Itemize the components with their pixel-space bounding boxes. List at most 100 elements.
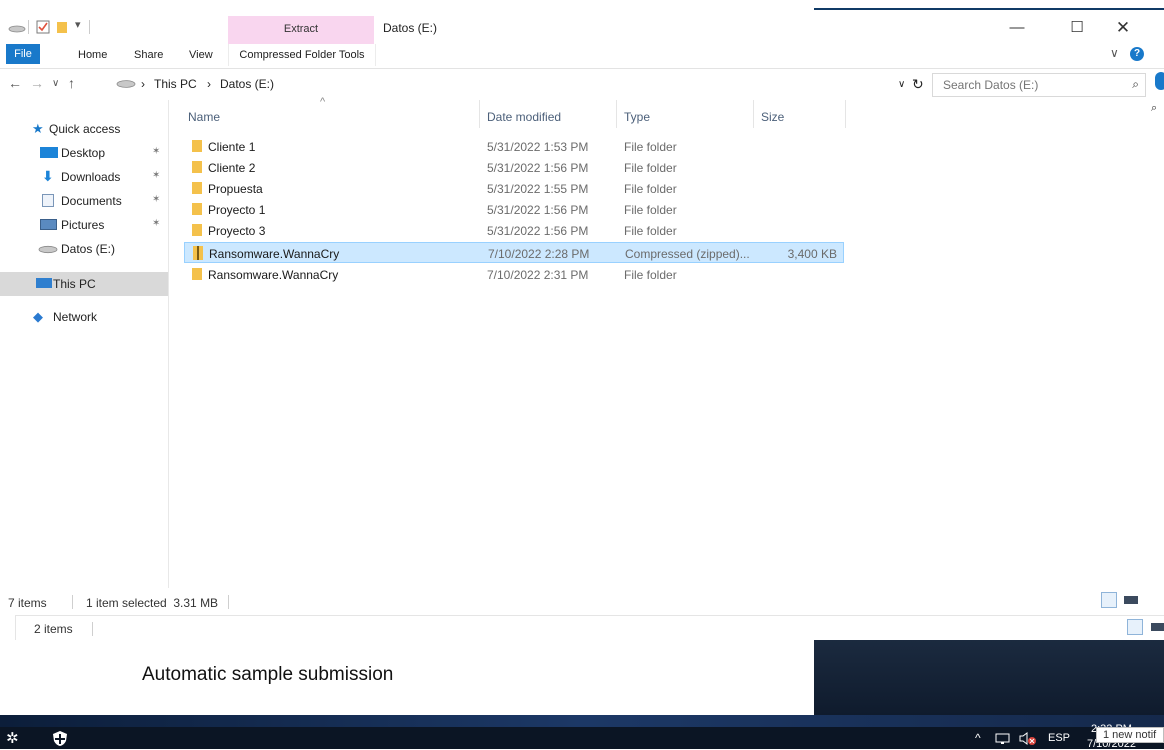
column-header-size[interactable]: Size bbox=[761, 110, 784, 124]
nav-item-datos[interactable]: Datos (E:) bbox=[0, 238, 168, 260]
pin-icon[interactable]: ✶ bbox=[152, 218, 160, 229]
nav-item-pictures[interactable]: Pictures ✶ bbox=[0, 214, 168, 236]
nav-item-network[interactable]: ◆ Network bbox=[0, 306, 168, 328]
address-bar[interactable]: › This PC › Datos (E:) ∨ ↻ bbox=[112, 73, 926, 95]
drive-icon[interactable] bbox=[8, 22, 26, 34]
file-name: Proyecto 3 bbox=[208, 224, 266, 238]
file-list: ^ Name Date modified Type Size ⌕ Cliente… bbox=[169, 96, 1164, 588]
tab-view[interactable]: View bbox=[189, 44, 213, 66]
breadcrumb-separator[interactable]: › bbox=[207, 77, 211, 91]
notification-text: 1 new notif bbox=[1103, 729, 1157, 741]
network-icon: ◆ bbox=[33, 309, 43, 324]
file-row[interactable]: Ransomware.WannaCry 7/10/2022 2:31 PM Fi… bbox=[184, 264, 844, 285]
pin-icon[interactable]: ✶ bbox=[152, 170, 160, 181]
column-divider[interactable] bbox=[845, 100, 846, 128]
toolbar-divider bbox=[89, 20, 90, 34]
column-header-name[interactable]: Name bbox=[188, 110, 220, 124]
extract-label: Extract bbox=[283, 23, 319, 35]
breadcrumb-datos[interactable]: Datos (E:) bbox=[220, 77, 274, 91]
search-box[interactable]: ⌕ bbox=[932, 73, 1146, 97]
security-shield-icon[interactable] bbox=[52, 730, 68, 747]
recent-locations-button[interactable]: ∨ bbox=[52, 78, 59, 89]
file-name: Cliente 2 bbox=[208, 161, 256, 175]
address-row: ← → ∨ ↑ › This PC › Datos (E:) ∨ ↻ ⌕ bbox=[0, 71, 1164, 99]
nav-label: Quick access bbox=[49, 122, 121, 136]
back-button[interactable]: ← bbox=[8, 75, 22, 91]
nav-item-this-pc[interactable]: This PC bbox=[0, 272, 168, 296]
file-type: File folder bbox=[624, 140, 677, 154]
nav-label: Documents bbox=[61, 194, 122, 208]
file-type: File folder bbox=[624, 268, 677, 282]
background-window-badge bbox=[1155, 72, 1164, 90]
nav-label: Desktop bbox=[61, 146, 106, 160]
nav-quick-access[interactable]: ★ Quick access bbox=[0, 118, 168, 140]
volume-muted-icon[interactable] bbox=[1019, 732, 1037, 745]
documents-icon bbox=[42, 194, 54, 207]
nav-item-downloads[interactable]: ⬇ Downloads ✶ bbox=[0, 166, 168, 188]
status-divider bbox=[92, 622, 93, 636]
breadcrumb-separator[interactable]: › bbox=[141, 77, 145, 91]
file-row[interactable]: Propuesta 5/31/2022 1:55 PM File folder bbox=[184, 178, 844, 199]
maximize-button[interactable]: ☐ bbox=[1054, 14, 1100, 42]
minimize-button[interactable]: — bbox=[994, 14, 1040, 42]
expand-ribbon-icon[interactable]: ∨ bbox=[1110, 46, 1119, 60]
tab-home[interactable]: Home bbox=[78, 44, 107, 66]
properties-icon[interactable] bbox=[36, 20, 50, 34]
customize-toolbar-icon[interactable]: ▾ bbox=[75, 18, 81, 31]
close-button[interactable]: ✕ bbox=[1100, 14, 1146, 42]
search-icon[interactable]: ⌕ bbox=[1132, 77, 1139, 92]
file-row[interactable]: Proyecto 1 5/31/2022 1:56 PM File folder bbox=[184, 199, 844, 220]
sort-ascending-icon: ^ bbox=[320, 96, 326, 108]
large-icons-view-icon[interactable] bbox=[1124, 596, 1138, 604]
folder-icon bbox=[192, 224, 202, 236]
column-header-date[interactable]: Date modified bbox=[487, 110, 561, 124]
folder-icon bbox=[192, 161, 202, 173]
nav-item-documents[interactable]: Documents ✶ bbox=[0, 190, 168, 212]
item-count: 2 items bbox=[34, 622, 73, 636]
column-divider[interactable] bbox=[479, 100, 480, 128]
new-folder-icon[interactable] bbox=[56, 20, 68, 34]
file-type: File folder bbox=[624, 203, 677, 217]
tab-file[interactable]: File bbox=[6, 44, 40, 64]
details-view-icon[interactable] bbox=[1101, 592, 1117, 608]
help-icon[interactable]: ? bbox=[1130, 47, 1144, 61]
file-type: Compressed (zipped)... bbox=[625, 247, 750, 261]
navigation-pane: ★ Quick access Desktop ✶ ⬇ Downloads ✶ D… bbox=[0, 100, 169, 588]
file-row[interactable]: Cliente 2 5/31/2022 1:56 PM File folder bbox=[184, 157, 844, 178]
network-tray-icon[interactable] bbox=[995, 733, 1011, 745]
column-divider[interactable] bbox=[753, 100, 754, 128]
nav-item-desktop[interactable]: Desktop ✶ bbox=[0, 142, 168, 164]
file-row-selected[interactable]: Ransomware.WannaCry 7/10/2022 2:28 PM Co… bbox=[184, 242, 844, 263]
large-icons-view-icon[interactable] bbox=[1151, 623, 1164, 631]
breadcrumb-this-pc[interactable]: This PC bbox=[154, 77, 197, 91]
submission-heading: Automatic sample submission bbox=[142, 664, 394, 685]
up-button[interactable]: ↑ bbox=[68, 75, 75, 91]
file-row[interactable]: Cliente 1 5/31/2022 1:53 PM File folder bbox=[184, 136, 844, 157]
computer-icon bbox=[36, 278, 52, 288]
column-divider[interactable] bbox=[616, 100, 617, 128]
refresh-icon[interactable]: ↻ bbox=[912, 76, 924, 93]
file-date: 7/10/2022 2:28 PM bbox=[488, 247, 590, 261]
sample-submission-panel: Automatic sample submission bbox=[0, 640, 814, 715]
search-input[interactable] bbox=[941, 77, 1115, 93]
forward-button[interactable]: → bbox=[30, 75, 44, 91]
details-view-icon[interactable] bbox=[1127, 619, 1143, 635]
column-header-type[interactable]: Type bbox=[624, 110, 650, 124]
desktop-icon bbox=[40, 147, 58, 158]
pin-icon[interactable]: ✶ bbox=[152, 146, 160, 157]
tab-share[interactable]: Share bbox=[134, 44, 163, 66]
nav-label: This PC bbox=[53, 277, 96, 291]
notification-toast[interactable]: 1 new notif bbox=[1096, 727, 1164, 743]
window-title: Datos (E:) bbox=[383, 21, 438, 35]
selection-info: 1 item selected 3.31 MB bbox=[86, 596, 219, 610]
folder-icon bbox=[192, 268, 202, 280]
settings-icon[interactable]: ✲ bbox=[6, 729, 19, 747]
file-row[interactable]: Proyecto 3 5/31/2022 1:56 PM File folder bbox=[184, 220, 844, 241]
pin-icon[interactable]: ✶ bbox=[152, 194, 160, 205]
input-language[interactable]: ESP bbox=[1048, 732, 1070, 744]
show-hidden-icons-icon[interactable]: ^ bbox=[975, 731, 981, 745]
tab-compressed-folder-tools[interactable]: Compressed Folder Tools bbox=[228, 44, 376, 66]
address-dropdown-icon[interactable]: ∨ bbox=[898, 79, 905, 90]
desktop-background bbox=[0, 715, 1164, 727]
file-date: 7/10/2022 2:31 PM bbox=[487, 268, 589, 282]
